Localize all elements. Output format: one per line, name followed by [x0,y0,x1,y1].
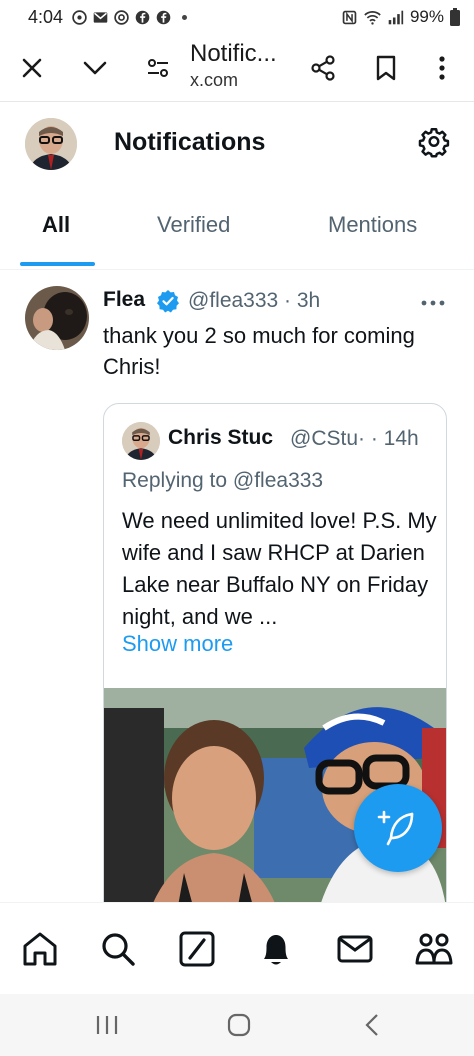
flea-avatar[interactable] [25,286,89,350]
facebook-icon [156,10,171,24]
search-icon [102,933,135,966]
status-right: 99% [341,7,460,27]
page-title: Notific... [190,40,277,67]
recent-apps-icon [96,1016,118,1034]
battery-percent: 99% [409,7,444,26]
show-more-link[interactable]: Show more [122,631,233,657]
home-icon [23,932,57,966]
notifications-icon [264,935,288,965]
bookmark-icon [376,55,396,81]
avatar-image [25,118,77,170]
chevron-down-icon [83,61,107,75]
grok-icon [179,931,215,967]
close-tab-button[interactable] [10,46,54,90]
tweet-text: thank you 2 so much for coming Chris! [103,323,415,379]
wifi-icon [364,10,381,25]
back-system-button[interactable] [358,1010,388,1040]
more-notifications-dot [182,14,188,20]
more-vert-icon [439,56,445,80]
signal-icon [388,10,404,24]
bookmark-button[interactable] [364,46,408,90]
back-icon [365,1014,378,1036]
whatsapp-icon [72,9,87,25]
tab-mentions[interactable]: Mentions [328,212,417,238]
avatar-image [25,286,89,350]
tab-title-area[interactable]: Notific... x.com [190,40,277,91]
system-navigation-bar [0,994,474,1056]
page-domain: x.com [190,70,239,90]
quoted-tweet-text: We need unlimited love! P.S. My wife and… [122,508,437,629]
browser-menu-button[interactable] [420,46,464,90]
compose-feather-icon [377,810,414,846]
notifications-title: Notifications [114,128,266,156]
settings-button[interactable] [418,128,450,160]
tab-all[interactable]: All [42,212,70,238]
site-settings-icon [148,59,168,77]
nav-notifications[interactable] [256,929,296,969]
custom-tab-toolbar: Notific... x.com [0,34,474,102]
nav-communities[interactable] [414,929,454,969]
tab-verified[interactable]: Verified [157,212,230,238]
home-system-button[interactable] [224,1010,254,1040]
share-icon [311,55,335,81]
battery-icon [450,8,460,26]
status-notification-icons [71,9,188,26]
compose-post-button[interactable] [354,784,442,872]
home-circle-icon [227,1013,251,1037]
quoted-author-name: Chris Stuc [168,426,274,449]
replying-to-label: Replying to @flea333 [122,469,324,492]
chrome-icon [114,9,129,25]
more-horizontal-icon [421,300,445,306]
profile-avatar[interactable] [25,118,77,170]
nav-messages[interactable] [335,929,375,969]
nav-grok[interactable] [177,929,217,969]
nav-search[interactable] [98,929,138,969]
quoted-author-avatar[interactable] [122,422,160,460]
status-bar: 4:04 99% [0,0,474,34]
facebook-icon [135,10,150,24]
gmail-icon [93,11,108,23]
tweet-handle-time: @flea333 · 3h [188,289,321,312]
avatar-image [122,422,160,460]
share-button[interactable] [301,46,345,90]
minimize-tab-button[interactable] [73,46,117,90]
messages-icon [337,935,373,963]
nav-home[interactable] [20,929,60,969]
communities-icon [415,933,453,965]
gear-icon [418,128,450,158]
quoted-handle-time: @CStu· · 14h [290,427,419,450]
close-icon [22,58,42,78]
status-time: 4:04 [28,6,64,27]
tweet-author-name[interactable]: Flea [103,288,145,312]
active-tab-indicator [20,262,95,266]
nfc-icon [342,10,357,24]
verified-badge-icon [157,290,179,313]
site-settings-button[interactable] [136,46,180,90]
bottom-navigation [0,902,474,992]
notification-tabs: All Verified Mentions [0,196,474,270]
tweet-more-button[interactable] [420,290,446,316]
recent-apps-button[interactable] [92,1010,122,1040]
